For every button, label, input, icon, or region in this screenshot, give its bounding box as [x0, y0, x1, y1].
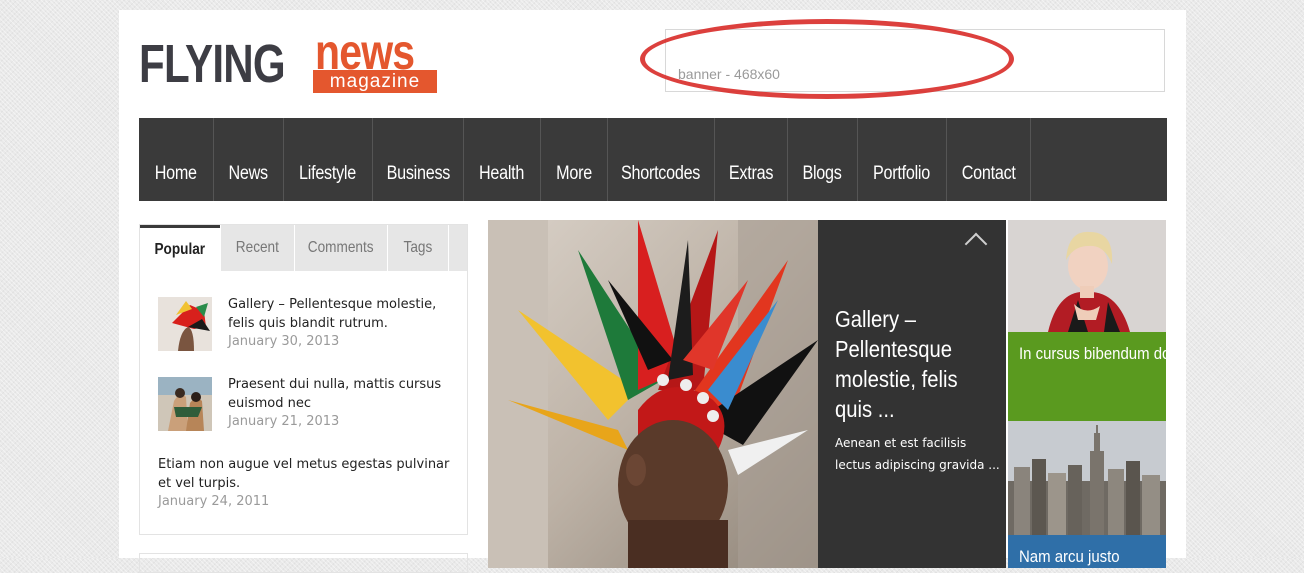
nav-item-label: Extras	[728, 163, 774, 184]
logo-word-news: news	[315, 24, 415, 80]
tab-tags[interactable]: Tags	[387, 225, 448, 271]
nav-item-more[interactable]: More	[541, 118, 608, 201]
nav-item-home[interactable]: Home	[139, 118, 214, 201]
list-item: Praesent dui nulla, mattis cursus euismo…	[158, 375, 458, 435]
nav-item-label: Portfolio	[873, 163, 931, 184]
nav-item-extras[interactable]: Extras	[715, 118, 788, 201]
featured-image[interactable]	[488, 220, 818, 568]
post-title[interactable]: Gallery – Pellentesque molestie, felis q…	[228, 295, 458, 333]
nav-item-label: Home	[154, 163, 198, 184]
side-card[interactable]: Nam arcu justo	[1008, 421, 1166, 568]
side-card[interactable]: In cursus bibendum dolor	[1008, 220, 1166, 421]
popular-posts-widget: Popular Recent Comments Tags Gallery – P…	[139, 224, 468, 535]
side-card-caption: In cursus bibendum dolor	[1008, 332, 1166, 421]
tab-bar-fill	[448, 225, 467, 271]
tab-comments[interactable]: Comments	[294, 225, 387, 271]
nav-item-lifestyle[interactable]: Lifestyle	[284, 118, 373, 201]
nav-item-portfolio[interactable]: Portfolio	[858, 118, 947, 201]
chevron-up-icon[interactable]	[964, 232, 988, 256]
nav-item-label: More	[556, 163, 592, 184]
tab-recent[interactable]: Recent	[220, 225, 294, 271]
nav-item-label: Health	[479, 163, 525, 184]
tab-popular[interactable]: Popular	[140, 225, 220, 271]
post-title[interactable]: Praesent dui nulla, mattis cursus euismo…	[228, 375, 458, 413]
featured-caption-panel: Gallery – Pellentesque molestie, felis q…	[818, 220, 1006, 568]
nav-item-contact[interactable]: Contact	[947, 118, 1031, 201]
post-date: January 30, 2013	[228, 334, 340, 349]
post-thumbnail[interactable]	[158, 297, 212, 351]
nav-item-business[interactable]: Business	[373, 118, 464, 201]
nav-item-health[interactable]: Health	[464, 118, 541, 201]
banner-text: banner - 468x60	[678, 66, 780, 82]
nav-item-label: News	[228, 163, 269, 184]
nav-item-label: Contact	[961, 163, 1016, 184]
banner-ad[interactable]: banner - 468x60	[665, 29, 1165, 92]
nav-item-news[interactable]: News	[214, 118, 284, 201]
nav-item-label: Shortcodes	[621, 163, 701, 184]
main-nav: Home News Lifestyle Business Health More Short…	[139, 118, 1167, 201]
nav-item-blogs[interactable]: Blogs	[788, 118, 858, 201]
sidebar-widget-2	[139, 553, 468, 573]
list-item: Etiam non augue vel metus egestas pulvin…	[158, 455, 458, 515]
side-card-caption: Nam arcu justo	[1008, 535, 1166, 568]
post-date: January 21, 2013	[228, 414, 340, 429]
page-container: FLYING news magazine banner - 468x60 Hom…	[119, 10, 1186, 573]
widget-tab-bar: Popular Recent Comments Tags	[140, 225, 467, 271]
nav-item-label: Lifestyle	[299, 163, 357, 184]
featured-title[interactable]: Gallery – Pellentesque molestie, felis q…	[835, 304, 980, 424]
post-thumbnail[interactable]	[158, 377, 212, 431]
featured-excerpt: Aenean et est facilisis lectus adipiscin…	[835, 436, 1000, 472]
nav-item-label: Blogs	[802, 163, 843, 184]
logo-word-flying: FLYING	[139, 34, 286, 94]
nav-item-shortcodes[interactable]: Shortcodes	[608, 118, 715, 201]
post-title[interactable]: Etiam non augue vel metus egestas pulvin…	[158, 455, 463, 493]
logo-tagline: magazine	[313, 70, 437, 93]
post-date: January 24, 2011	[158, 494, 270, 509]
list-item: Gallery – Pellentesque molestie, felis q…	[158, 295, 458, 355]
nav-item-label: Business	[386, 163, 450, 184]
